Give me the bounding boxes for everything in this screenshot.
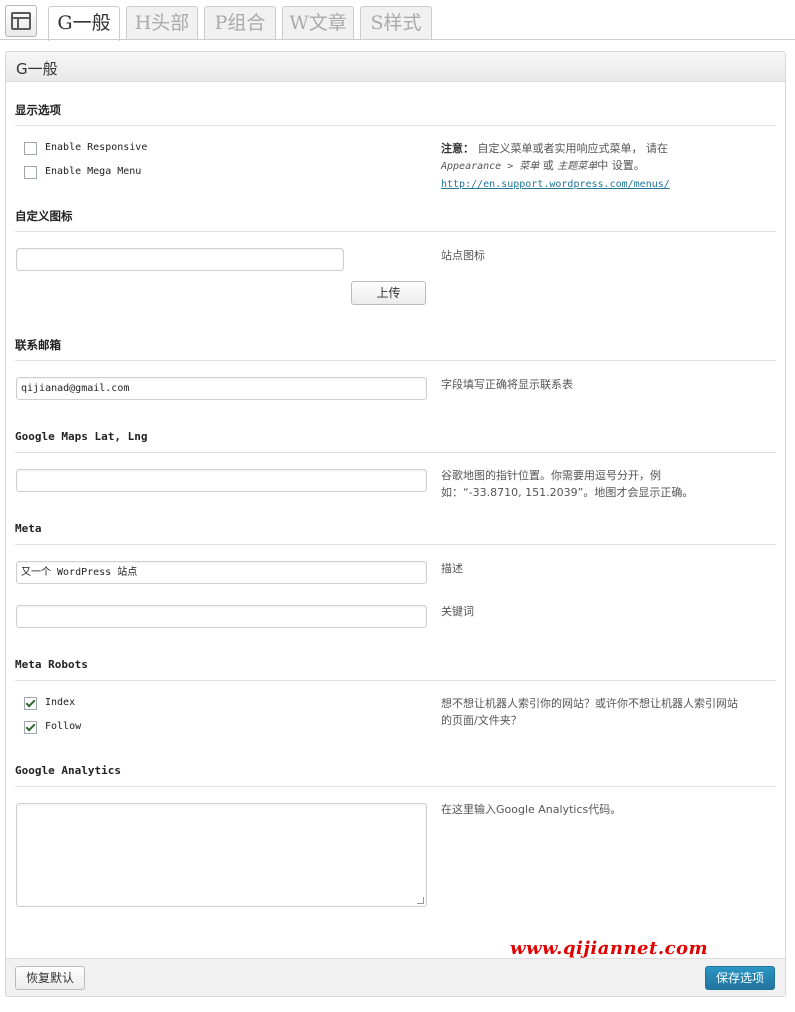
meta-description-input[interactable]: 又一个 WordPress 站点 (16, 561, 427, 584)
watermark-text: www.qijiannet.com (510, 938, 709, 959)
enable-responsive-label: Enable Responsive (45, 142, 148, 153)
section-divider (15, 786, 776, 787)
tab-general[interactable]: G一般 (48, 6, 120, 41)
tab-bar-divider (0, 39, 795, 40)
section-title-contact-email: 联系邮箱 (15, 338, 61, 352)
section-divider (15, 125, 776, 126)
note-path-appearance-menu: Appearance > 菜单 (441, 161, 540, 172)
upload-button[interactable]: 上传 (351, 281, 426, 305)
section-title-custom-icon: 自定义图标 (15, 209, 73, 223)
save-options-button[interactable]: 保存选项 (705, 966, 775, 990)
panel-title: G一般 (16, 60, 58, 78)
options-tab-bar: G一般 H头部 P组合 W文章 S样式 (0, 0, 795, 42)
tab-article[interactable]: W文章 (282, 6, 354, 40)
google-analytics-desc: 在这里输入Google Analytics代码。 (441, 803, 622, 816)
favicon-desc: 站点图标 (441, 249, 485, 262)
section-title-meta: Meta (15, 522, 42, 535)
contact-email-input[interactable]: qijianad@gmail.com (16, 377, 427, 400)
meta-robots-desc: 想不想让机器人索引你的网站？或许你不想让机器人索引网站的页面/文件夹？ (441, 697, 738, 727)
panel-header: G一般 (6, 52, 785, 82)
section-divider (15, 544, 776, 545)
contact-email-desc: 字段填写正确将显示联系表 (441, 378, 573, 391)
section-divider (15, 231, 776, 232)
layout-settings-icon[interactable] (5, 5, 37, 37)
tab-header[interactable]: H头部 (126, 6, 198, 40)
meta-keywords-input[interactable] (16, 605, 427, 628)
section-title-display-options: 显示选项 (15, 103, 61, 117)
google-maps-desc: 谷歌地图的指针位置。你需要用逗号分开，例如：“-33.8710, 151.203… (441, 469, 694, 499)
menu-note: 注意： 自定义菜单或者实用响应式菜单， 请在 Appearance > 菜单 或… (441, 140, 751, 193)
resize-grip-icon[interactable] (417, 897, 424, 904)
favicon-url-input[interactable] (16, 248, 344, 271)
note-suffix: 中 设置。 (597, 159, 645, 172)
enable-mega-menu-checkbox[interactable] (24, 166, 37, 179)
section-divider (15, 680, 776, 681)
menus-help-link[interactable]: http://en.support.wordpress.com/menus/ (441, 179, 670, 190)
section-divider (15, 360, 776, 361)
index-checkbox[interactable] (24, 697, 37, 710)
google-maps-latlng-input[interactable] (16, 469, 427, 492)
note-path-theme-menu: 主题菜单 (557, 161, 598, 172)
enable-responsive-checkbox[interactable] (24, 142, 37, 155)
reset-defaults-button[interactable]: 恢复默认 (15, 966, 85, 990)
tab-style[interactable]: S样式 (360, 6, 432, 40)
tab-portfolio[interactable]: P组合 (204, 6, 276, 40)
meta-keywords-label: 关键词 (441, 605, 474, 618)
checkmark-icon (25, 721, 36, 732)
general-options-panel: G一般 显示选项 Enable Responsive Enable Mega M… (5, 51, 786, 997)
follow-label: Follow (45, 721, 82, 732)
meta-description-label: 描述 (441, 562, 463, 575)
note-label: 注意： (441, 142, 474, 155)
section-title-google-analytics: Google Analytics (15, 764, 121, 777)
checkmark-icon (25, 697, 36, 708)
index-label: Index (45, 697, 76, 708)
follow-checkbox[interactable] (24, 721, 37, 734)
section-title-google-maps: Google Maps Lat, Lng (15, 430, 148, 443)
note-text: 自定义菜单或者实用响应式菜单， 请在 (477, 142, 669, 155)
section-divider (15, 452, 776, 453)
google-analytics-textarea[interactable] (16, 803, 427, 907)
section-title-meta-robots: Meta Robots (15, 658, 88, 671)
enable-mega-menu-label: Enable Mega Menu (45, 166, 142, 177)
note-or: 或 (542, 159, 554, 172)
panel-footer: 恢复默认 保存选项 (6, 958, 785, 996)
